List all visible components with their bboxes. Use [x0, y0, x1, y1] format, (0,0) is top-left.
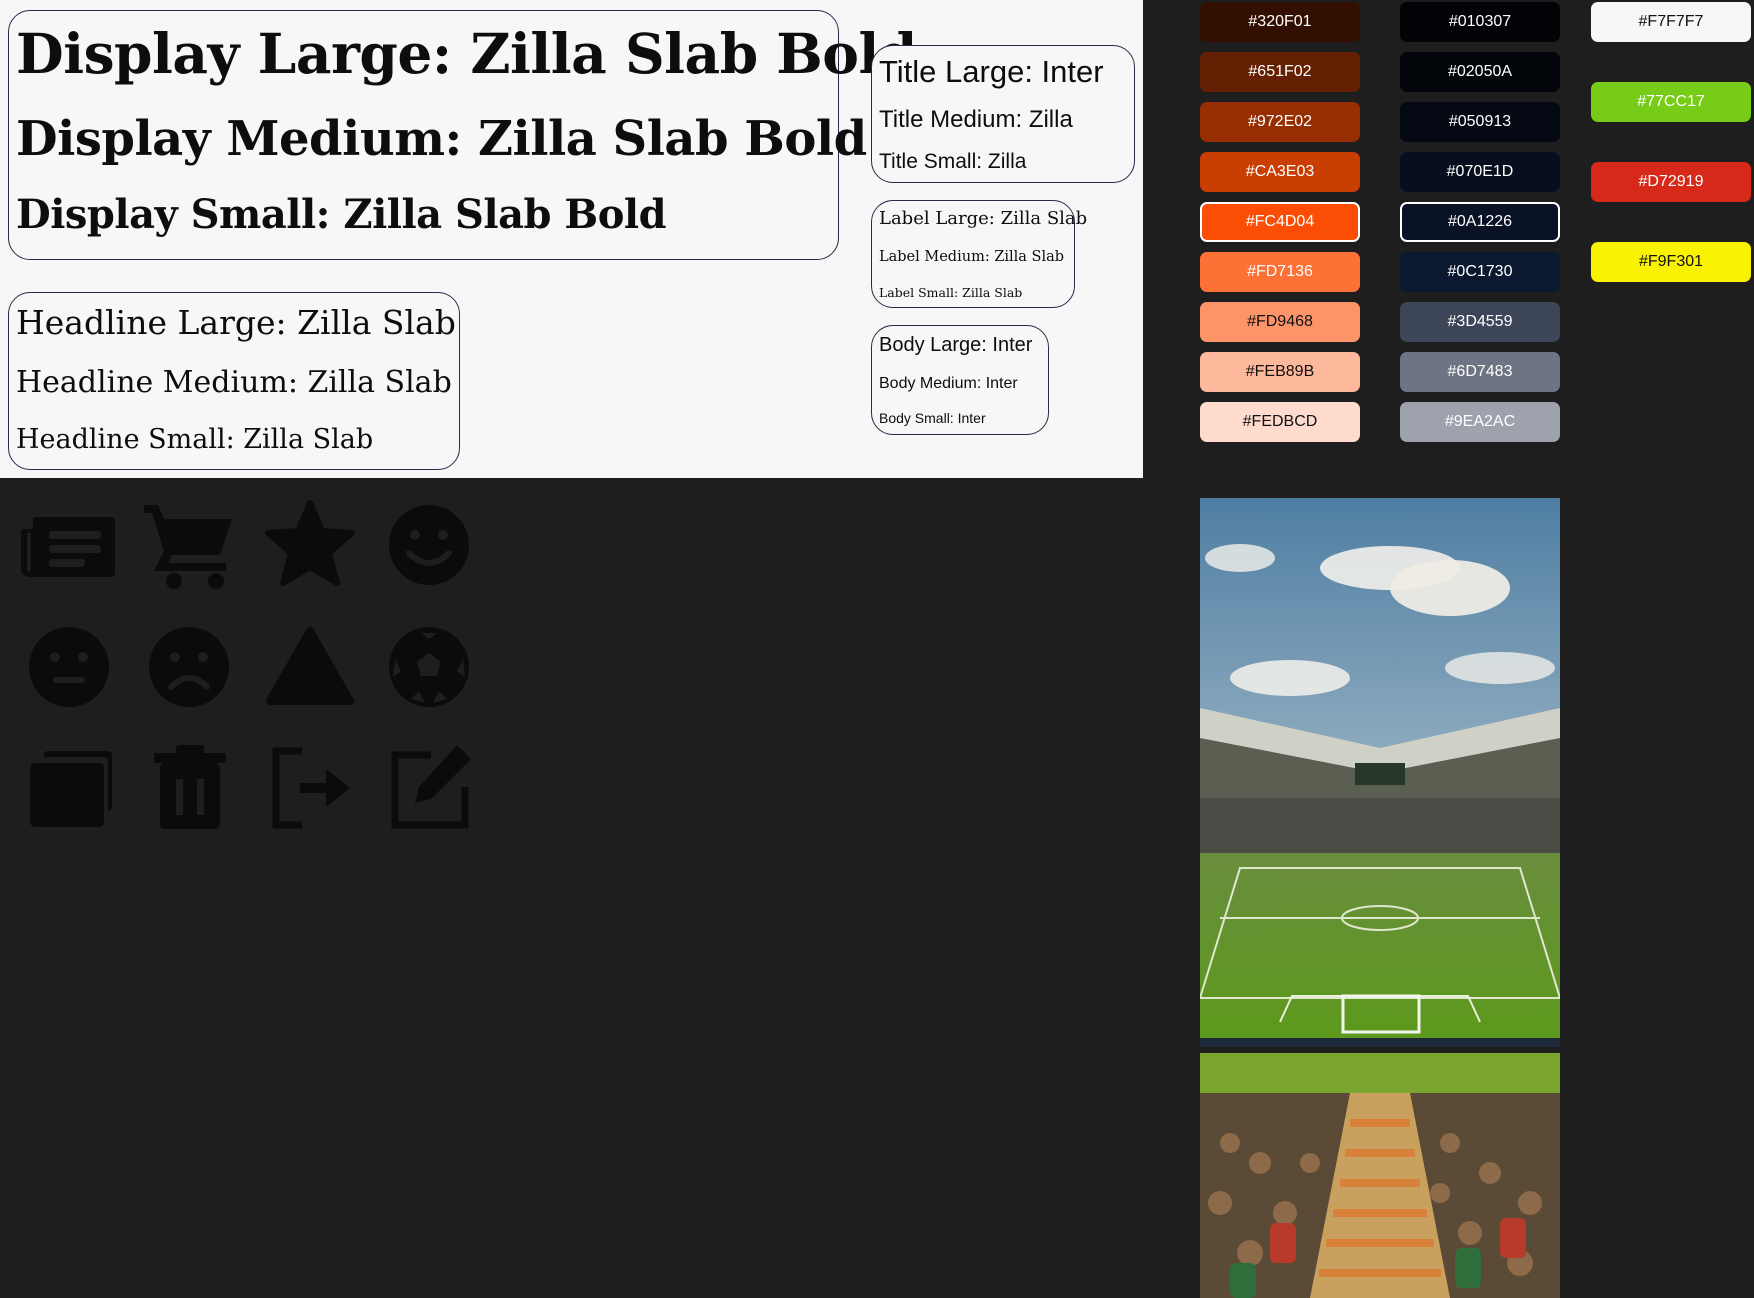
headline-small-sample: Headline Small: Zilla Slab — [16, 424, 374, 455]
display-large-sample: Display Large: Zilla Slab Bold — [16, 21, 917, 86]
headline-large-sample: Headline Large: Zilla Slab — [16, 303, 456, 342]
display-styles-box: Display Large: Zilla Slab Bold Display M… — [8, 10, 917, 260]
color-swatch: #02050A — [1400, 52, 1560, 92]
color-swatch: #050913 — [1400, 102, 1560, 142]
headline-medium-sample: Headline Medium: Zilla Slab — [16, 365, 452, 400]
display-small-sample: Display Small: Zilla Slab Bold — [16, 191, 667, 238]
typography-panel: Display Large: Zilla Slab Bold Display M… — [0, 0, 1143, 478]
display-medium-sample: Display Medium: Zilla Slab Bold — [16, 111, 867, 167]
color-swatch: #9EA2AC — [1400, 402, 1560, 442]
label-styles-box: Label Large: Zilla Slab Label Medium: Zi… — [871, 200, 1087, 308]
title-medium-sample: Title Medium: Zilla — [879, 106, 1073, 133]
color-swatch: #F7F7F7 — [1591, 2, 1751, 42]
soccer-ball-icon — [389, 627, 469, 707]
color-swatch: #010307 — [1400, 2, 1560, 42]
label-small-sample: Label Small: Zilla Slab — [879, 285, 1023, 300]
color-swatch: #FD7136 — [1200, 252, 1360, 292]
headline-styles-box: Headline Large: Zilla Slab Headline Medi… — [8, 292, 460, 470]
color-swatch: #651F02 — [1200, 52, 1360, 92]
color-swatch: #F9F301 — [1591, 242, 1751, 282]
color-swatch: #6D7483 — [1400, 352, 1560, 392]
neutral-face-icon — [29, 627, 109, 707]
label-large-sample: Label Large: Zilla Slab — [879, 208, 1088, 229]
stadium-field-image — [1200, 498, 1560, 1047]
sad-face-icon — [149, 627, 229, 707]
color-swatch: #972E02 — [1200, 102, 1360, 142]
layers-icon — [30, 751, 112, 827]
body-medium-sample: Body Medium: Inter — [879, 375, 1018, 392]
body-small-sample: Body Small: Inter — [879, 410, 986, 426]
title-styles-box: Title Large: Inter Title Medium: Zilla T… — [871, 45, 1135, 183]
shopping-cart-icon — [144, 505, 232, 589]
logout-icon — [272, 747, 350, 829]
color-swatch: #FEB89B — [1200, 352, 1360, 392]
star-icon — [265, 500, 355, 586]
newspaper-icon — [21, 517, 115, 577]
color-swatch: #320F01 — [1200, 2, 1360, 42]
color-swatch: #070E1D — [1400, 152, 1560, 192]
color-swatch: #77CC17 — [1591, 82, 1751, 122]
edit-icon — [391, 745, 471, 829]
color-swatch: #D72919 — [1591, 162, 1751, 202]
color-swatch: #FD9468 — [1200, 302, 1360, 342]
trash-icon — [154, 745, 226, 829]
body-large-sample: Body Large: Inter — [879, 334, 1033, 356]
smile-icon — [389, 505, 469, 585]
label-medium-sample: Label Medium: Zilla Slab — [879, 249, 1065, 265]
color-swatch: #FC4D04 — [1200, 202, 1360, 242]
body-styles-box: Body Large: Inter Body Medium: Inter Bod… — [871, 325, 1049, 435]
title-large-sample: Title Large: Inter — [879, 54, 1104, 89]
triangle-icon — [266, 627, 354, 705]
color-swatch: #0A1226 — [1400, 202, 1560, 242]
stadium-crowd-image — [1200, 1053, 1560, 1298]
color-swatch: #0C1730 — [1400, 252, 1560, 292]
color-swatch: #3D4559 — [1400, 302, 1560, 342]
title-small-sample: Title Small: Zilla — [879, 150, 1027, 173]
color-swatch: #FEDBCD — [1200, 402, 1360, 442]
color-swatch: #CA3E03 — [1200, 152, 1360, 192]
